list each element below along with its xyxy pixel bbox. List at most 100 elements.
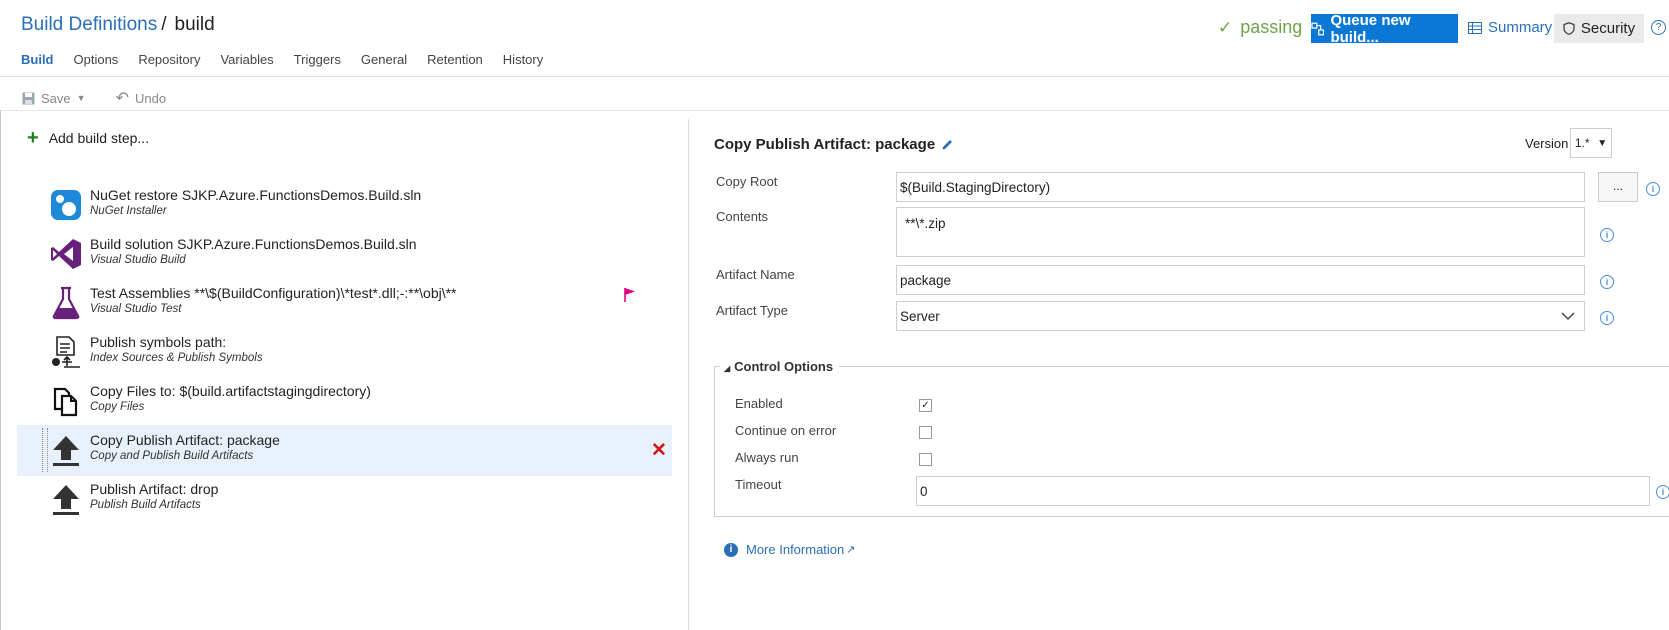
timeout-label: Timeout bbox=[735, 477, 782, 492]
artifact-name-input[interactable]: package bbox=[896, 265, 1585, 295]
summary-table-icon bbox=[1468, 21, 1482, 34]
flag-icon[interactable] bbox=[623, 287, 637, 303]
browse-button[interactable]: ... bbox=[1598, 172, 1638, 202]
contents-label: Contents bbox=[716, 209, 769, 224]
artifact-name-label: Artifact Name bbox=[716, 267, 795, 282]
queue-build-icon bbox=[1311, 22, 1325, 35]
security-label: Security bbox=[1580, 20, 1636, 37]
add-build-step-label: Add build step... bbox=[48, 130, 150, 146]
timeout-info-icon[interactable]: i bbox=[1656, 485, 1669, 499]
control-options-header[interactable]: ◢ Control Options bbox=[720, 359, 840, 374]
toolbar: Save ▼ ↶ Undo bbox=[22, 88, 166, 108]
more-information-link[interactable]: i More Information ↗ bbox=[724, 542, 855, 557]
save-dropdown-icon[interactable]: ▼ bbox=[77, 93, 86, 103]
toolbar-divider bbox=[0, 110, 1669, 111]
copy-root-input[interactable]: $(Build.StagingDirectory) bbox=[896, 172, 1585, 202]
tab-options[interactable]: Options bbox=[74, 52, 119, 67]
summary-label: Summary bbox=[1488, 19, 1553, 36]
help-icon[interactable]: ? bbox=[1651, 20, 1666, 35]
build-step-publish-artifact-drop[interactable]: Publish Artifact: drop Publish Build Art… bbox=[17, 474, 672, 525]
tab-variables[interactable]: Variables bbox=[220, 52, 273, 67]
info-circle-icon: i bbox=[724, 542, 738, 557]
contents-info-icon[interactable]: i bbox=[1600, 228, 1614, 242]
tabs-divider bbox=[0, 76, 1669, 77]
copy-root-info-icon[interactable]: i bbox=[1646, 182, 1660, 196]
step-title: Publish Artifact: drop bbox=[90, 481, 219, 497]
breadcrumb-separator: / bbox=[161, 14, 167, 35]
breadcrumb-current: build bbox=[174, 14, 215, 35]
copy-root-label: Copy Root bbox=[716, 174, 778, 189]
always-run-label: Always run bbox=[735, 450, 799, 465]
copy-root-value: $(Build.StagingDirectory) bbox=[900, 179, 1051, 195]
version-select[interactable]: 1.* ▼ bbox=[1570, 128, 1612, 158]
undo-label: Undo bbox=[134, 90, 167, 106]
enabled-checkbox[interactable]: ✓ bbox=[919, 399, 932, 412]
contents-textarea[interactable]: **\*.zip bbox=[896, 207, 1585, 257]
summary-link[interactable]: Summary bbox=[1468, 19, 1552, 36]
external-link-icon: ↗ bbox=[846, 544, 856, 556]
shield-icon bbox=[1563, 22, 1575, 35]
step-details-title-text: Copy Publish Artifact: package bbox=[714, 136, 936, 153]
add-build-step-button[interactable]: + Add build step... bbox=[27, 127, 150, 149]
control-options-title: Control Options bbox=[734, 359, 834, 374]
build-step-nuget-restore[interactable]: NuGet restore SJKP.Azure.FunctionsDemos.… bbox=[17, 180, 672, 231]
tab-history[interactable]: History bbox=[503, 52, 543, 67]
continue-on-error-checkbox[interactable] bbox=[919, 426, 932, 439]
build-step-copy-files[interactable]: Copy Files to: $(build.artifactstagingdi… bbox=[17, 376, 672, 427]
artifact-type-info-icon[interactable]: i bbox=[1600, 311, 1614, 325]
version-label: Version bbox=[1525, 136, 1569, 151]
tab-general[interactable]: General bbox=[361, 52, 407, 67]
build-step-copy-publish-artifact[interactable]: Copy Publish Artifact: package Copy and … bbox=[17, 425, 672, 476]
save-label: Save bbox=[41, 90, 71, 106]
caret-down-icon: ▼ bbox=[1597, 137, 1608, 149]
continue-on-error-label: Continue on error bbox=[735, 423, 837, 438]
undo-button[interactable]: ↶ Undo bbox=[116, 88, 166, 108]
step-title: NuGet restore SJKP.Azure.FunctionsDemos.… bbox=[90, 187, 422, 203]
artifact-type-label: Artifact Type bbox=[716, 303, 789, 318]
step-title: Test Assemblies **\$(BuildConfiguration)… bbox=[90, 285, 457, 301]
artifact-name-info-icon[interactable]: i bbox=[1600, 275, 1614, 289]
plus-icon: + bbox=[27, 127, 39, 149]
artifact-type-value: Server bbox=[900, 308, 940, 324]
step-subtitle: Visual Studio Build bbox=[90, 254, 186, 266]
security-button[interactable]: Security bbox=[1554, 14, 1644, 43]
step-subtitle: NuGet Installer bbox=[90, 205, 167, 217]
version-value: 1.* bbox=[1574, 136, 1590, 150]
breadcrumb-build-definitions-link[interactable]: Build Definitions bbox=[21, 14, 157, 35]
delete-step-icon[interactable]: ✕ bbox=[651, 439, 667, 462]
left-border bbox=[0, 110, 1, 630]
breadcrumb: Build Definitions / build bbox=[21, 14, 215, 36]
artifact-type-select[interactable]: Server bbox=[896, 301, 1585, 331]
upload-icon bbox=[53, 485, 79, 515]
timeout-input[interactable]: 0 bbox=[916, 476, 1650, 506]
undo-icon: ↶ bbox=[115, 90, 129, 107]
artifact-name-value: package bbox=[900, 272, 952, 288]
build-step-test-assemblies[interactable]: Test Assemblies **\$(BuildConfiguration)… bbox=[17, 278, 672, 329]
step-subtitle: Index Sources & Publish Symbols bbox=[90, 352, 263, 364]
queue-new-build-label: Queue new build... bbox=[1330, 11, 1411, 46]
tab-retention[interactable]: Retention bbox=[427, 52, 483, 67]
panel-splitter[interactable] bbox=[688, 119, 689, 630]
always-run-checkbox[interactable] bbox=[919, 453, 932, 466]
tab-triggers[interactable]: Triggers bbox=[294, 52, 341, 67]
more-information-label: More Information bbox=[746, 542, 845, 557]
save-button[interactable]: Save ▼ bbox=[22, 88, 86, 108]
flask-icon bbox=[52, 286, 80, 320]
tab-build[interactable]: Build bbox=[21, 52, 54, 67]
step-subtitle: Visual Studio Test bbox=[90, 303, 182, 315]
pencil-icon[interactable] bbox=[941, 138, 954, 151]
queue-new-build-button[interactable]: Queue new build... bbox=[1311, 11, 1458, 46]
checkmark-icon: ✓ bbox=[1218, 18, 1233, 37]
copy-files-icon bbox=[53, 387, 78, 417]
step-title: Copy Files to: $(build.artifactstagingdi… bbox=[90, 383, 371, 399]
enabled-label: Enabled bbox=[735, 396, 783, 411]
step-subtitle: Copy and Publish Build Artifacts bbox=[90, 450, 254, 462]
build-step-publish-symbols[interactable]: Publish symbols path: Index Sources & Pu… bbox=[17, 327, 672, 378]
timeout-value: 0 bbox=[920, 483, 928, 499]
status-text: passing bbox=[1240, 17, 1303, 37]
build-step-build-solution[interactable]: Build solution SJKP.Azure.FunctionsDemos… bbox=[17, 229, 672, 280]
tab-repository[interactable]: Repository bbox=[138, 52, 200, 67]
definition-tabs: Build Options Repository Variables Trigg… bbox=[21, 52, 563, 67]
nuget-icon bbox=[51, 190, 81, 220]
drag-handle[interactable] bbox=[42, 428, 48, 472]
